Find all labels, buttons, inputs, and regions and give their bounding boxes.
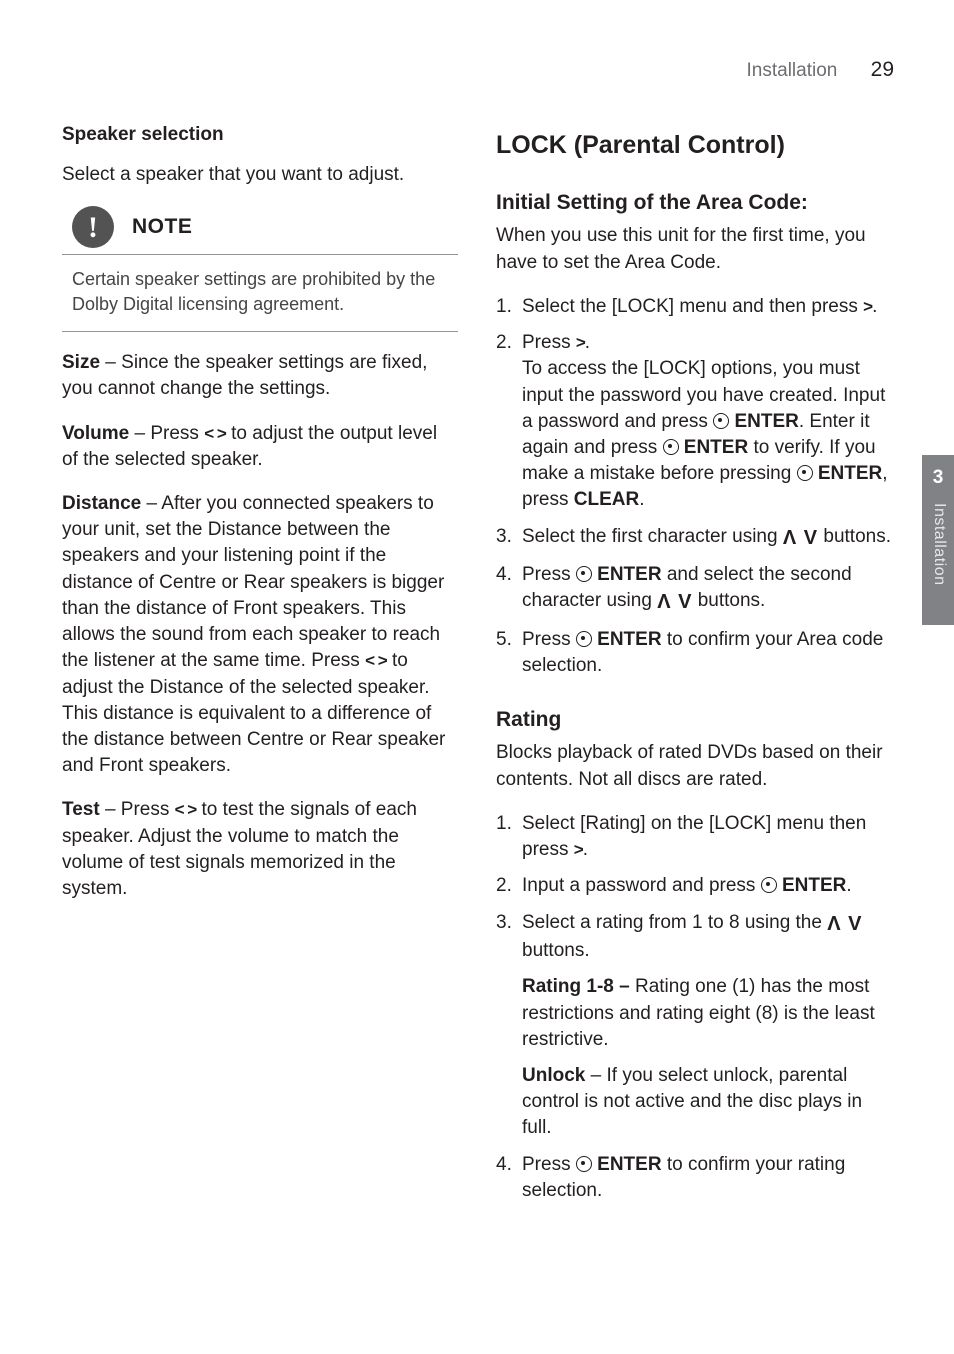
list-item: 1. Select the [LOCK] menu and then press… [496,294,892,320]
up-down-icon: Ʌ V [657,591,692,613]
list-item: 4. Press ENTER to confirm your rating se… [496,1152,892,1204]
enter-icon [576,631,592,647]
list-item: 5. Press ENTER to confirm your Area code… [496,627,892,679]
left-right-icon: < > [204,424,226,443]
left-column: Speaker selection Select a speaker that … [62,122,458,1214]
note-header: ! NOTE [62,206,458,255]
side-tab-label: Installation [922,495,954,594]
enter-icon [576,1156,592,1172]
header-page-number: 29 [871,58,894,81]
step-number: 2. [496,330,522,514]
enter-icon [576,566,592,582]
step-number: 1. [496,811,522,863]
page-header: Installation 29 [747,56,894,85]
enter-icon [713,413,729,429]
list-item: 4. Press ENTER and select the second cha… [496,562,892,617]
rating-intro: Blocks playback of rated DVDs based on t… [496,740,892,792]
size-label: Size [62,352,100,373]
right-icon: > [576,333,585,352]
note-body: Certain speaker settings are prohibited … [62,265,458,332]
list-item: 2. Input a password and press ENTER. [496,873,892,899]
list-item: 2. Press >. To access the [LOCK] options… [496,330,892,514]
side-chapter-tab: 3 Installation [922,455,954,625]
step-content: Input a password and press ENTER. [522,873,892,899]
step-content: Select [Rating] on the [LOCK] menu then … [522,811,892,863]
enter-icon [663,439,679,455]
left-right-icon: < > [365,651,387,670]
size-paragraph: Size – Since the speaker settings are fi… [62,350,458,402]
page-content: Speaker selection Select a speaker that … [62,122,892,1214]
enter-icon [797,465,813,481]
step-content: Press >. To access the [LOCK] options, y… [522,330,892,514]
note-box: ! NOTE Certain speaker settings are proh… [62,206,458,332]
step-number: 1. [496,294,522,320]
distance-text-1: – After you connected speakers to your u… [62,493,444,671]
heading-rating: Rating [496,706,892,735]
distance-paragraph: Distance – After you connected speakers … [62,491,458,779]
note-title: NOTE [132,213,192,242]
test-label: Test [62,799,100,820]
right-column: LOCK (Parental Control) Initial Setting … [496,122,892,1214]
heading-speaker-selection: Speaker selection [62,122,458,148]
step-number: 2. [496,873,522,899]
step-number: 3. [496,910,522,1142]
step-content: Press ENTER and select the second charac… [522,562,892,617]
right-icon: > [574,840,583,859]
heading-lock: LOCK (Parental Control) [496,128,892,163]
up-down-icon: Ʌ V [783,527,818,549]
step-number: 3. [496,524,522,553]
step-number: 5. [496,627,522,679]
rating-steps: 1. Select [Rating] on the [LOCK] menu th… [496,811,892,1204]
test-paragraph: Test – Press < > to test the signals of … [62,797,458,902]
volume-text-1: – Press [129,423,204,444]
list-item: 3. Select the first character using Ʌ V … [496,524,892,553]
list-item: 1. Select [Rating] on the [LOCK] menu th… [496,811,892,863]
side-tab-number: 3 [922,455,954,495]
alert-icon: ! [72,206,114,248]
enter-icon [761,877,777,893]
heading-area-code: Initial Setting of the Area Code: [496,189,892,218]
step-content: Select the first character using Ʌ V but… [522,524,892,553]
step-number: 4. [496,562,522,617]
up-down-icon: Ʌ V [827,913,862,935]
area-code-steps: 1. Select the [LOCK] menu and then press… [496,294,892,680]
step-number: 4. [496,1152,522,1204]
list-item: 3. Select a rating from 1 to 8 using the… [496,910,892,1142]
step-content: Select the [LOCK] menu and then press >. [522,294,892,320]
volume-label: Volume [62,423,129,444]
right-icon: > [863,297,872,316]
header-section: Installation [747,60,838,81]
speaker-selection-intro: Select a speaker that you want to adjust… [62,162,458,188]
step-content: Press ENTER to confirm your Area code se… [522,627,892,679]
test-text-1: – Press [100,799,175,820]
left-right-icon: < > [175,800,197,819]
rating-1-8-note: Rating 1-8 – Rating one (1) has the most… [522,974,892,1053]
rating-unlock-note: Unlock – If you select unlock, parental … [522,1063,892,1142]
step-content: Press ENTER to confirm your rating selec… [522,1152,892,1204]
distance-label: Distance [62,493,141,514]
volume-paragraph: Volume – Press < > to adjust the output … [62,421,458,473]
step-content: Select a rating from 1 to 8 using the Ʌ … [522,910,892,1142]
size-text: – Since the speaker settings are fixed, … [62,352,427,399]
area-intro: When you use this unit for the first tim… [496,223,892,275]
